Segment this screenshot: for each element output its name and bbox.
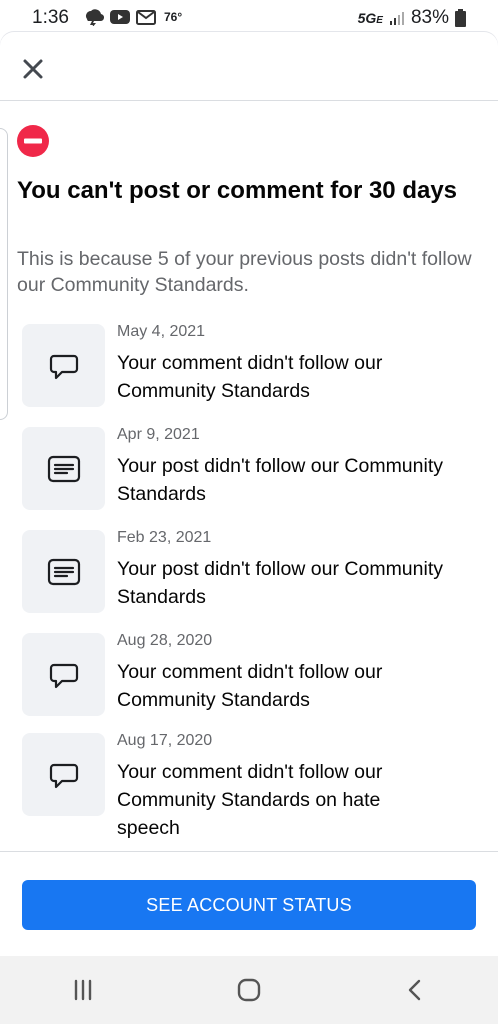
network-indicator: 5GE: [358, 7, 383, 29]
violation-icon-box: [22, 530, 105, 613]
violation-text: Your comment didn't follow our Community…: [117, 352, 383, 402]
status-notification-icons: 76°: [82, 8, 182, 26]
violation-date: Aug 17, 2020: [117, 732, 213, 749]
violation-icon-box: [22, 733, 105, 816]
background-card-edge: [0, 128, 8, 420]
comment-icon: [49, 663, 78, 688]
system-nav-bar: [0, 956, 498, 1024]
weather-icon: [86, 9, 104, 26]
back-icon: [408, 979, 421, 1001]
dialog-title: You can't post or comment for 30 days: [17, 177, 458, 204]
violation-text: Your post didn't follow our Community St…: [117, 455, 443, 505]
battery-percentage: 83%: [410, 7, 449, 28]
recent-apps-icon: [74, 979, 92, 1001]
back-button[interactable]: [375, 966, 455, 1014]
violation-icon-box: [22, 324, 105, 407]
recent-apps-button[interactable]: [43, 966, 123, 1014]
violation-date: Aug 28, 2020: [117, 632, 213, 649]
dialog-subtitle: This is because 5 of your previous posts…: [17, 248, 472, 296]
violation-date: Apr 9, 2021: [117, 426, 200, 443]
restriction-dialog: You can't post or comment for 30 days Th…: [0, 32, 498, 956]
status-bar: 1:36 76° 5GE 83%: [0, 0, 498, 34]
comment-icon: [49, 354, 78, 379]
violation-date: Feb 23, 2021: [117, 529, 212, 546]
status-time: 1:36: [32, 7, 69, 28]
header-divider: [0, 100, 498, 101]
violation-text: Your post didn't follow our Community St…: [117, 558, 443, 608]
post-icon: [47, 455, 80, 482]
status-system-icons: 5GE 83%: [358, 7, 466, 29]
network-type: 5G: [357, 10, 377, 26]
post-icon: [47, 558, 80, 585]
violation-icon-box: [22, 427, 105, 510]
home-icon: [237, 978, 261, 1002]
status-temperature: 76°: [164, 10, 183, 24]
see-account-status-button[interactable]: SEE ACCOUNT STATUS: [22, 880, 476, 930]
youtube-icon: [110, 10, 130, 24]
battery-icon: [455, 9, 466, 27]
restricted-icon: [17, 125, 49, 157]
comment-icon: [49, 763, 78, 788]
close-icon: [23, 59, 43, 79]
signal-icon: [389, 12, 404, 25]
email-icon: [136, 10, 156, 25]
violation-icon-box: [22, 633, 105, 716]
home-button[interactable]: [209, 966, 289, 1014]
footer-divider: [0, 851, 498, 852]
violation-date: May 4, 2021: [117, 323, 206, 340]
close-button[interactable]: [18, 54, 48, 84]
violation-text: Your comment didn't follow our Community…: [117, 761, 383, 839]
network-subtype: E: [376, 15, 383, 26]
violation-text: Your comment didn't follow our Community…: [117, 661, 383, 711]
